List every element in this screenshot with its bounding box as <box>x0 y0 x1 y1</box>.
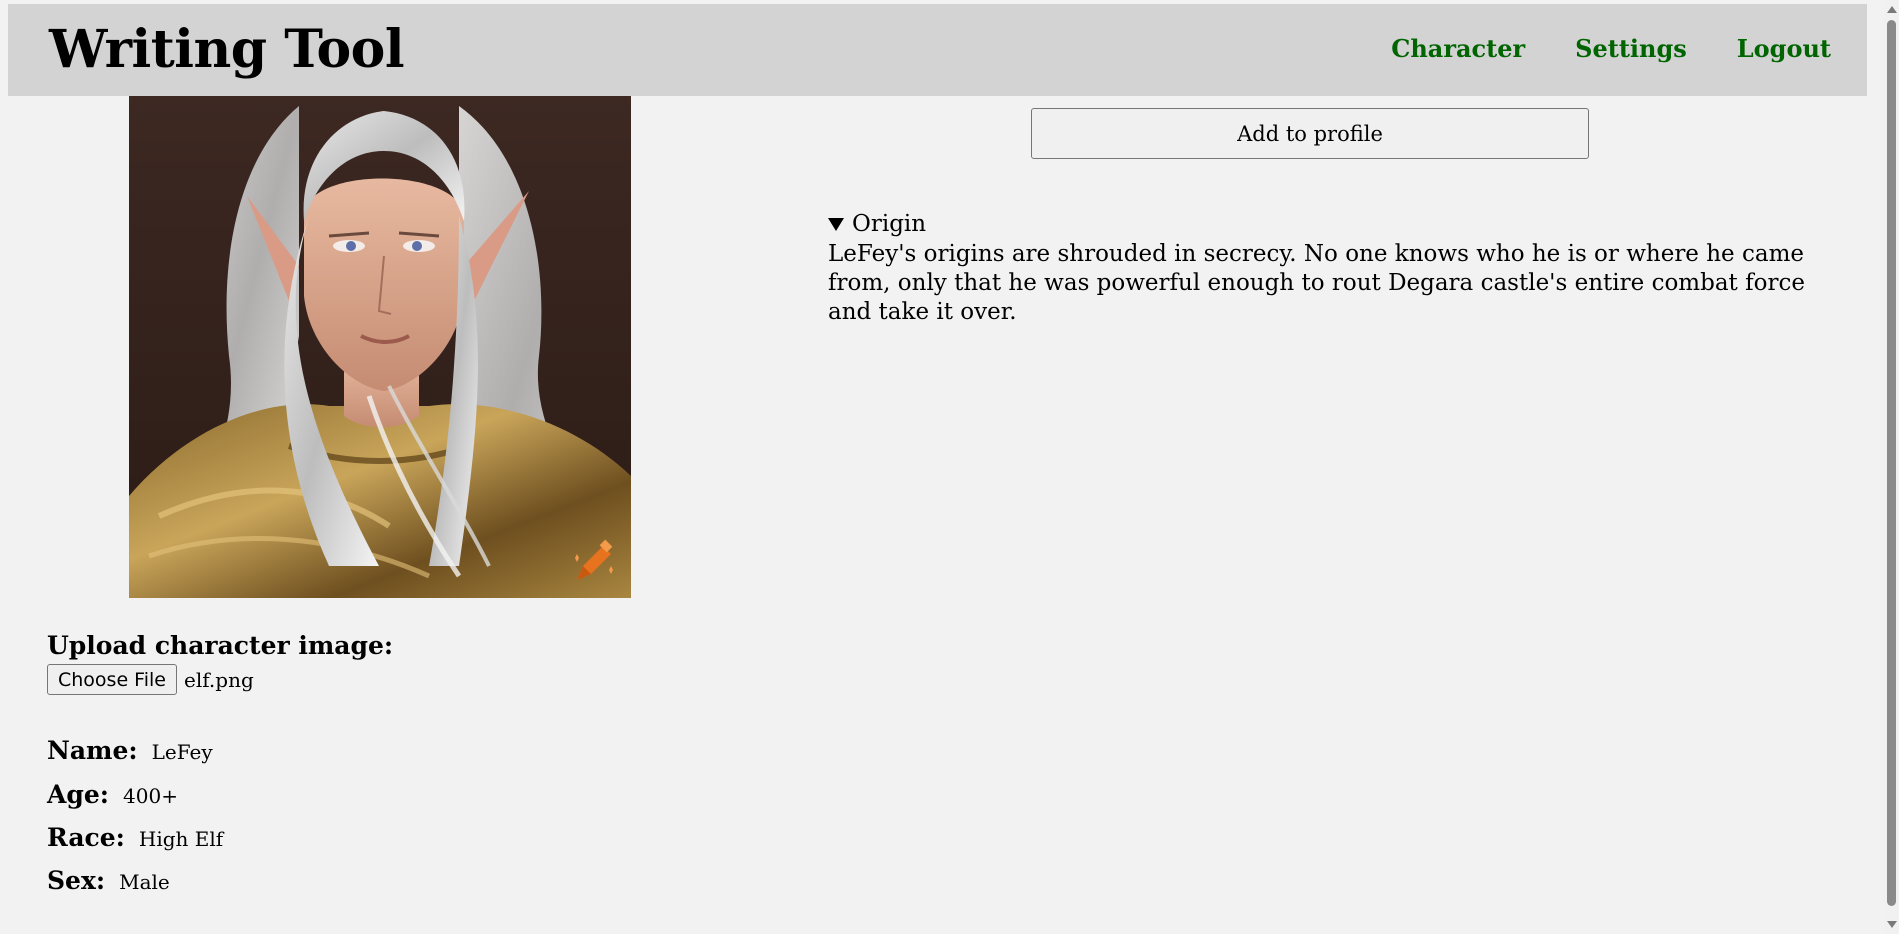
origin-text: LeFey's origins are shrouded in secrecy.… <box>828 241 1805 325</box>
origin-summary-label: Origin <box>852 211 927 237</box>
detail-age: Age: 400+ <box>47 780 178 809</box>
page: Writing Tool Character Settings Logout U… <box>0 0 1899 934</box>
triangle-down-icon <box>828 217 844 231</box>
detail-value: LeFey <box>151 740 213 764</box>
detail-race: Race: High Elf <box>47 823 223 852</box>
file-input-row: Choose File elf.png <box>47 664 254 695</box>
nav-logout-link[interactable]: Logout <box>1737 34 1831 63</box>
detail-label: Race: <box>47 823 125 852</box>
detail-label: Age: <box>47 780 110 809</box>
vertical-scrollbar[interactable] <box>1884 0 1899 934</box>
selected-file-name: elf.png <box>183 667 254 692</box>
app-title: Writing Tool <box>49 19 405 80</box>
scroll-thumb[interactable] <box>1887 20 1896 906</box>
detail-value: Male <box>119 870 170 894</box>
detail-sex: Sex: Male <box>47 866 170 895</box>
upload-label: Upload character image: <box>47 631 394 660</box>
origin-details: Origin LeFey's origins are shrouded in s… <box>828 210 1828 327</box>
nav-character-link[interactable]: Character <box>1391 34 1525 63</box>
crayon-sparkle-icon <box>575 539 613 580</box>
detail-value: 400+ <box>123 784 178 808</box>
detail-label: Name: <box>47 736 138 765</box>
choose-file-button[interactable]: Choose File <box>47 664 177 695</box>
detail-value: High Elf <box>138 827 224 851</box>
nav-settings-link[interactable]: Settings <box>1575 34 1687 63</box>
scroll-up-icon[interactable] <box>1887 6 1897 13</box>
main-nav: Character Settings Logout <box>1391 34 1831 63</box>
origin-summary-toggle[interactable]: Origin <box>828 210 1828 238</box>
character-portrait <box>129 96 631 598</box>
add-to-profile-button[interactable]: Add to profile <box>1031 108 1589 159</box>
detail-name: Name: LeFey <box>47 736 213 765</box>
header-bar: Writing Tool Character Settings Logout <box>8 4 1867 96</box>
scroll-down-icon[interactable] <box>1887 921 1897 928</box>
detail-label: Sex: <box>47 866 106 895</box>
